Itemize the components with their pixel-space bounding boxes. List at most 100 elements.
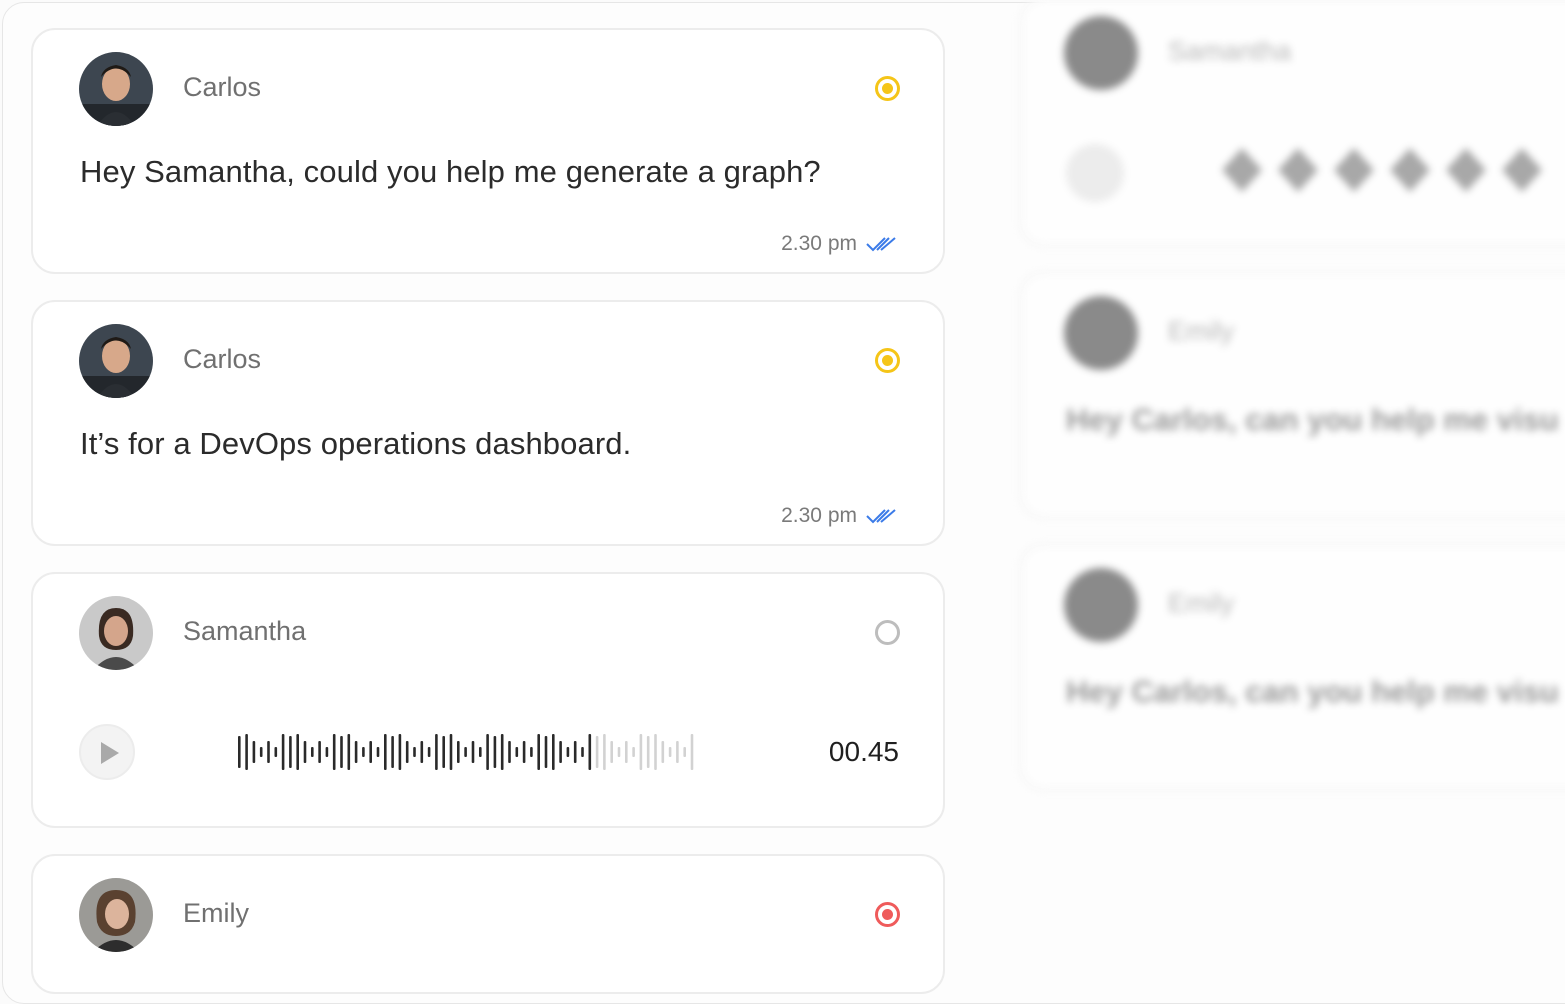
waveform-bar: [610, 741, 613, 763]
waveform-bar: [398, 734, 402, 770]
voice-message-card[interactable]: Samantha 00.45: [31, 572, 945, 828]
waveform-bar: [573, 741, 577, 763]
waveform-bar: [281, 734, 285, 770]
sender-name: Carlos: [183, 72, 262, 102]
waveform-bar: [384, 734, 387, 770]
voice-waveform: [1222, 148, 1542, 192]
message-meta: 2.30 pm: [781, 504, 899, 528]
waveform-bar: [559, 741, 562, 763]
waveform-bar: [259, 747, 263, 757]
waveform-bar: [515, 747, 519, 757]
waveform-bar: [420, 741, 424, 763]
waveform-bar: [668, 747, 672, 757]
waveform-bar: [354, 741, 358, 763]
waveform-bar: [500, 734, 504, 770]
play-icon: [1066, 144, 1124, 202]
waveform-bar: [544, 736, 548, 768]
waveform-bar: [413, 747, 416, 757]
waveform-bar: [391, 736, 394, 768]
waveform-bar: [632, 747, 635, 757]
avatar: [1064, 568, 1138, 642]
waveform-bar: [537, 734, 540, 770]
waveform-bar: [274, 747, 278, 757]
waveform-bar: [340, 736, 343, 768]
waveform-bar: [464, 747, 467, 757]
waveform-bar: [690, 734, 694, 770]
status-indicator-icon: [875, 902, 900, 927]
play-icon: [101, 742, 119, 764]
waveform-bar: [617, 747, 621, 757]
avatar[interactable]: [79, 324, 153, 398]
waveform-bar: [303, 741, 307, 763]
waveform-bar: [347, 734, 351, 770]
ghost-card: Emily Hey Carlos, can you help me visu: [1020, 272, 1565, 518]
waveform-bar: [289, 736, 292, 768]
waveform-bar: [530, 747, 533, 757]
waveform-bar: [654, 734, 657, 770]
message-card[interactable]: Carlos It’s for a DevOps operations dash…: [31, 300, 945, 546]
avatar: [1064, 296, 1138, 370]
sender-name: Emily: [1168, 588, 1234, 618]
waveform-bar: [471, 741, 475, 763]
double-check-icon: [865, 235, 899, 253]
waveform-bar: [325, 747, 329, 757]
waveform-bar: [311, 747, 314, 757]
waveform-bar: [603, 734, 606, 770]
background-chat-column: Samantha Emily Hey Carlos, can you help …: [1020, 0, 1565, 945]
waveform-bar: [245, 734, 248, 770]
waveform-bar: [479, 747, 482, 757]
sender-name: Carlos: [183, 344, 262, 374]
timestamp: 2.30 pm: [781, 504, 857, 527]
waveform-bar: [427, 747, 431, 757]
ghost-card: Emily Hey Carlos, can you help me visu: [1020, 544, 1565, 790]
avatar: [1064, 16, 1138, 90]
ghost-card: Samantha: [1020, 0, 1565, 246]
waveform-bar: [252, 741, 256, 763]
waveform-bar: [508, 741, 511, 763]
waveform-bar: [369, 741, 372, 763]
message-text: Hey Carlos, can you help me visu: [1066, 674, 1559, 709]
waveform-bar: [661, 741, 665, 763]
message-text: It’s for a DevOps operations dashboard.: [80, 426, 632, 461]
waveform-bar: [267, 741, 270, 763]
waveform-bar: [486, 734, 489, 770]
message-meta: 2.30 pm: [781, 232, 899, 256]
avatar[interactable]: [79, 596, 153, 670]
double-check-icon: [865, 507, 899, 525]
waveform-bar: [362, 747, 365, 757]
waveform-bar: [552, 734, 555, 770]
avatar[interactable]: [79, 52, 153, 126]
sender-name: Emily: [183, 898, 249, 928]
sender-name: Samantha: [183, 616, 307, 646]
waveform-bar: [566, 747, 570, 757]
waveform-bar: [639, 734, 643, 770]
avatar[interactable]: [79, 878, 153, 952]
play-button[interactable]: [79, 724, 135, 780]
waveform-bar: [296, 734, 299, 770]
waveform-bar: [588, 734, 592, 770]
waveform-bar: [442, 736, 445, 768]
waveform-bar: [646, 736, 650, 768]
waveform-bar: [238, 736, 241, 768]
sender-name: Emily: [1168, 316, 1234, 346]
status-indicator-icon: [875, 620, 900, 645]
timestamp: 2.30 pm: [781, 232, 857, 255]
waveform-bar: [449, 734, 453, 770]
waveform-bar: [435, 734, 438, 770]
waveform-bar: [376, 747, 380, 757]
status-indicator-icon: [875, 348, 900, 373]
message-card[interactable]: Emily: [31, 854, 945, 994]
waveform-bar: [457, 741, 460, 763]
waveform-bar: [332, 734, 336, 770]
voice-waveform[interactable]: [238, 727, 698, 777]
waveform-bar: [581, 747, 584, 757]
message-text: Hey Carlos, can you help me visu: [1066, 402, 1559, 437]
waveform-bar: [676, 741, 679, 763]
waveform-bar: [625, 741, 628, 763]
voice-duration: 00.45: [828, 736, 899, 767]
message-text: Hey Samantha, could you help me generate…: [80, 154, 821, 189]
sender-name: Samantha: [1168, 36, 1292, 66]
message-card[interactable]: Carlos Hey Samantha, could you help me g…: [31, 28, 945, 274]
waveform-bar: [405, 741, 409, 763]
waveform-bar: [522, 741, 526, 763]
